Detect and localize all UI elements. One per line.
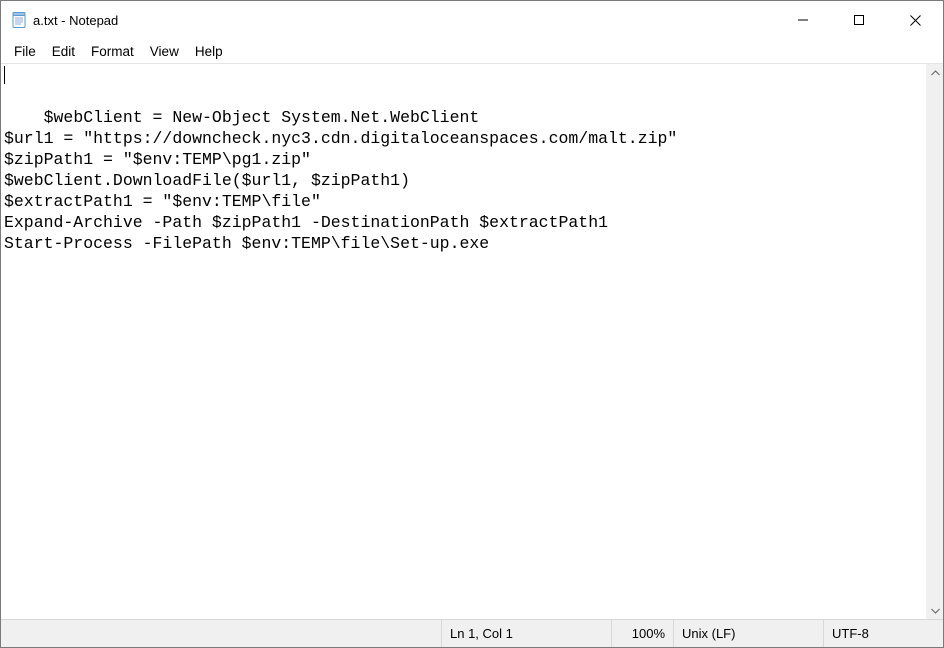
vertical-scrollbar[interactable] — [926, 64, 943, 619]
status-encoding: UTF-8 — [823, 620, 943, 647]
editor-area: $webClient = New-Object System.Net.WebCl… — [1, 63, 943, 619]
menu-file[interactable]: File — [6, 42, 44, 61]
menu-edit[interactable]: Edit — [44, 42, 83, 61]
minimize-button[interactable] — [775, 1, 831, 39]
status-zoom: 100% — [611, 620, 673, 647]
status-line-ending: Unix (LF) — [673, 620, 823, 647]
statusbar: Ln 1, Col 1 100% Unix (LF) UTF-8 — [1, 619, 943, 647]
chevron-up-icon — [931, 70, 940, 76]
scroll-up-button[interactable] — [927, 64, 943, 81]
notepad-window: a.txt - Notepad File Edit Format View He… — [0, 0, 944, 648]
close-button[interactable] — [887, 1, 943, 39]
text-caret — [4, 66, 5, 84]
text-editor[interactable]: $webClient = New-Object System.Net.WebCl… — [1, 64, 926, 619]
close-icon — [910, 15, 921, 26]
notepad-icon — [11, 12, 27, 28]
scroll-down-button[interactable] — [927, 602, 943, 619]
menu-view[interactable]: View — [142, 42, 187, 61]
titlebar: a.txt - Notepad — [1, 1, 943, 39]
window-title: a.txt - Notepad — [33, 12, 775, 28]
scrollbar-track[interactable] — [927, 81, 943, 602]
chevron-down-icon — [931, 608, 940, 614]
maximize-button[interactable] — [831, 1, 887, 39]
status-caret-position: Ln 1, Col 1 — [441, 620, 611, 647]
minimize-icon — [798, 15, 808, 25]
maximize-icon — [854, 15, 864, 25]
statusbar-spacer — [1, 620, 441, 647]
menu-help[interactable]: Help — [187, 42, 231, 61]
menubar: File Edit Format View Help — [1, 39, 943, 63]
menu-format[interactable]: Format — [83, 42, 142, 61]
window-controls — [775, 1, 943, 39]
